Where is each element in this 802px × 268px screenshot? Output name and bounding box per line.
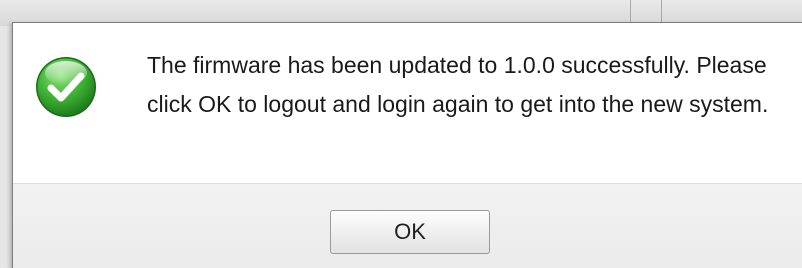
dialog-message: The firmware has been updated to 1.0.0 s… (147, 52, 769, 117)
check-icon (36, 57, 96, 117)
dialog-footer: OK (13, 183, 802, 268)
dialog-body: The firmware has been updated to 1.0.0 s… (13, 23, 802, 183)
firmware-update-dialog: The firmware has been updated to 1.0.0 s… (12, 22, 802, 268)
ok-button[interactable]: OK (330, 210, 490, 254)
